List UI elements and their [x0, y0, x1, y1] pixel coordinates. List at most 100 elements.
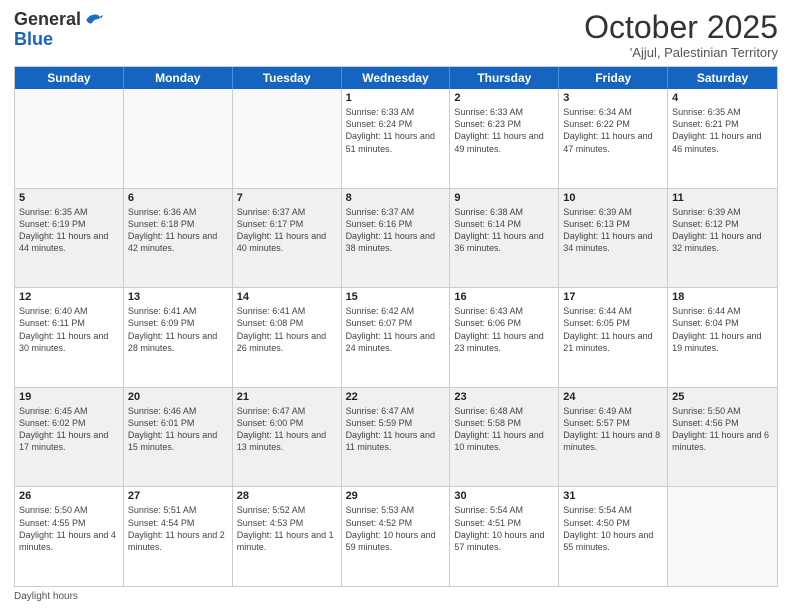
- calendar-cell: 29Sunrise: 5:53 AMSunset: 4:52 PMDayligh…: [342, 487, 451, 586]
- logo-bird-icon: [83, 10, 103, 30]
- day-number: 23: [454, 391, 554, 403]
- footer-label: Daylight hours: [14, 591, 78, 602]
- calendar-day-header: Wednesday: [342, 67, 451, 89]
- day-number: 7: [237, 192, 337, 204]
- day-info: Sunrise: 6:34 AMSunset: 6:22 PMDaylight:…: [563, 106, 663, 155]
- day-number: 1: [346, 92, 446, 104]
- day-number: 27: [128, 490, 228, 502]
- day-number: 30: [454, 490, 554, 502]
- calendar-cell: 20 Sunrise: 6:46 AMSunset: 6:01 PMDayligh…: [124, 388, 233, 487]
- day-info: Sunrise: 5:51 AMSunset: 4:54 PMDaylight:…: [128, 504, 228, 553]
- day-number: 10: [563, 192, 663, 204]
- day-info: Sunrise: 6:44 AMSunset: 6:05 PMDaylight:…: [563, 305, 663, 354]
- day-number: 4: [672, 92, 773, 104]
- logo: General Blue: [14, 10, 103, 50]
- day-info: Sunrise: 6:35 AMSunset: 6:21 PMDaylight:…: [672, 106, 773, 155]
- calendar-week: 26 Sunrise: 5:50 AMSunset: 4:55 PMDayligh…: [15, 487, 777, 586]
- day-info: Sunrise: 6:43 AMSunset: 6:06 PMDaylight:…: [454, 305, 554, 354]
- day-number: 19: [19, 391, 119, 403]
- month-title: October 2025: [584, 10, 778, 45]
- day-number: 12: [19, 291, 119, 303]
- calendar-cell: 27 Sunrise: 5:51 AMSunset: 4:54 PMDayligh…: [124, 487, 233, 586]
- calendar-day-header: Sunday: [15, 67, 124, 89]
- day-number: 11: [672, 192, 773, 204]
- calendar: SundayMondayTuesdayWednesdayThursdayFrid…: [14, 66, 778, 587]
- calendar-day-header: Friday: [559, 67, 668, 89]
- calendar-cell: 31 Sunrise: 5:54 AMSunset: 4:50 PMDayligh…: [559, 487, 668, 586]
- calendar-cell: 8Sunrise: 6:37 AMSunset: 6:16 PMDaylight…: [342, 189, 451, 288]
- day-info: Sunrise: 6:35 AMSunset: 6:19 PMDaylight:…: [19, 206, 119, 255]
- day-info: Sunrise: 6:46 AMSunset: 6:01 PMDaylight:…: [128, 405, 228, 454]
- calendar-cell: 21 Sunrise: 6:47 AMSunset: 6:00 PMDayligh…: [233, 388, 342, 487]
- location-title: 'Ajjul, Palestinian Territory: [584, 45, 778, 60]
- day-info: Sunrise: 6:40 AMSunset: 6:11 PMDaylight:…: [19, 305, 119, 354]
- day-info: Sunrise: 6:44 AMSunset: 6:04 PMDaylight:…: [672, 305, 773, 354]
- calendar-cell: 28 Sunrise: 5:52 AMSunset: 4:53 PMDayligh…: [233, 487, 342, 586]
- day-number: 17: [563, 291, 663, 303]
- calendar-cell: 23 Sunrise: 6:48 AMSunset: 5:58 PMDayligh…: [450, 388, 559, 487]
- day-info: Sunrise: 5:50 AMSunset: 4:55 PMDaylight:…: [19, 504, 119, 553]
- calendar-cell: 10 Sunrise: 6:39 AMSunset: 6:13 PMDayligh…: [559, 189, 668, 288]
- calendar-cell: [233, 89, 342, 188]
- calendar-cell: 2Sunrise: 6:33 AMSunset: 6:23 PMDaylight…: [450, 89, 559, 188]
- day-info: Sunrise: 5:54 AMSunset: 4:50 PMDaylight:…: [563, 504, 663, 553]
- calendar-cell: [124, 89, 233, 188]
- day-number: 29: [346, 490, 446, 502]
- day-info: Sunrise: 6:42 AMSunset: 6:07 PMDaylight:…: [346, 305, 446, 354]
- day-number: 15: [346, 291, 446, 303]
- calendar-cell: [15, 89, 124, 188]
- day-info: Sunrise: 6:47 AMSunset: 5:59 PMDaylight:…: [346, 405, 446, 454]
- calendar-header: SundayMondayTuesdayWednesdayThursdayFrid…: [15, 67, 777, 89]
- day-info: Sunrise: 6:37 AMSunset: 6:16 PMDaylight:…: [346, 206, 446, 255]
- day-info: Sunrise: 6:48 AMSunset: 5:58 PMDaylight:…: [454, 405, 554, 454]
- calendar-cell: 5 Sunrise: 6:35 AMSunset: 6:19 PMDaylight…: [15, 189, 124, 288]
- header: General Blue October 2025 'Ajjul, Palest…: [14, 10, 778, 60]
- calendar-day-header: Tuesday: [233, 67, 342, 89]
- day-info: Sunrise: 6:36 AMSunset: 6:18 PMDaylight:…: [128, 206, 228, 255]
- logo-general: General: [14, 10, 81, 30]
- calendar-cell: 4 Sunrise: 6:35 AMSunset: 6:21 PMDaylight…: [668, 89, 777, 188]
- calendar-cell: 25 Sunrise: 5:50 AMSunset: 4:56 PMDayligh…: [668, 388, 777, 487]
- day-number: 6: [128, 192, 228, 204]
- day-info: Sunrise: 6:33 AMSunset: 6:24 PMDaylight:…: [346, 106, 446, 155]
- day-info: Sunrise: 5:50 AMSunset: 4:56 PMDaylight:…: [672, 405, 773, 454]
- page: General Blue October 2025 'Ajjul, Palest…: [0, 0, 792, 612]
- calendar-cell: 12 Sunrise: 6:40 AMSunset: 6:11 PMDayligh…: [15, 288, 124, 387]
- calendar-cell: 18 Sunrise: 6:44 AMSunset: 6:04 PMDayligh…: [668, 288, 777, 387]
- calendar-cell: 22Sunrise: 6:47 AMSunset: 5:59 PMDayligh…: [342, 388, 451, 487]
- day-info: Sunrise: 6:39 AMSunset: 6:13 PMDaylight:…: [563, 206, 663, 255]
- calendar-cell: 15 Sunrise: 6:42 AMSunset: 6:07 PMDayligh…: [342, 288, 451, 387]
- calendar-cell: 26 Sunrise: 5:50 AMSunset: 4:55 PMDayligh…: [15, 487, 124, 586]
- calendar-cell: 11Sunrise: 6:39 AMSunset: 6:12 PMDayligh…: [668, 189, 777, 288]
- day-number: 9: [454, 192, 554, 204]
- day-number: 18: [672, 291, 773, 303]
- day-number: 25: [672, 391, 773, 403]
- calendar-week: 1 Sunrise: 6:33 AMSunset: 6:24 PMDaylight…: [15, 89, 777, 189]
- calendar-cell: 13Sunrise: 6:41 AMSunset: 6:09 PMDayligh…: [124, 288, 233, 387]
- day-number: 31: [563, 490, 663, 502]
- calendar-cell: 6 Sunrise: 6:36 AMSunset: 6:18 PMDaylight…: [124, 189, 233, 288]
- day-number: 28: [237, 490, 337, 502]
- day-info: Sunrise: 6:47 AMSunset: 6:00 PMDaylight:…: [237, 405, 337, 454]
- day-info: Sunrise: 6:49 AMSunset: 5:57 PMDaylight:…: [563, 405, 663, 454]
- calendar-day-header: Thursday: [450, 67, 559, 89]
- day-info: Sunrise: 5:54 AMSunset: 4:51 PMDaylight:…: [454, 504, 554, 553]
- day-info: Sunrise: 6:38 AMSunset: 6:14 PMDaylight:…: [454, 206, 554, 255]
- day-number: 24: [563, 391, 663, 403]
- day-number: 21: [237, 391, 337, 403]
- day-info: Sunrise: 6:41 AMSunset: 6:09 PMDaylight:…: [128, 305, 228, 354]
- footer: Daylight hours: [14, 591, 778, 602]
- calendar-cell: 24 Sunrise: 6:49 AMSunset: 5:57 PMDayligh…: [559, 388, 668, 487]
- day-number: 26: [19, 490, 119, 502]
- calendar-cell: 9 Sunrise: 6:38 AMSunset: 6:14 PMDaylight…: [450, 189, 559, 288]
- calendar-cell: 3Sunrise: 6:34 AMSunset: 6:22 PMDaylight…: [559, 89, 668, 188]
- day-number: 20: [128, 391, 228, 403]
- day-number: 5: [19, 192, 119, 204]
- calendar-week: 12 Sunrise: 6:40 AMSunset: 6:11 PMDayligh…: [15, 288, 777, 388]
- day-info: Sunrise: 6:41 AMSunset: 6:08 PMDaylight:…: [237, 305, 337, 354]
- day-info: Sunrise: 5:52 AMSunset: 4:53 PMDaylight:…: [237, 504, 337, 553]
- calendar-cell: 14 Sunrise: 6:41 AMSunset: 6:08 PMDayligh…: [233, 288, 342, 387]
- day-info: Sunrise: 6:45 AMSunset: 6:02 PMDaylight:…: [19, 405, 119, 454]
- calendar-day-header: Monday: [124, 67, 233, 89]
- day-number: 14: [237, 291, 337, 303]
